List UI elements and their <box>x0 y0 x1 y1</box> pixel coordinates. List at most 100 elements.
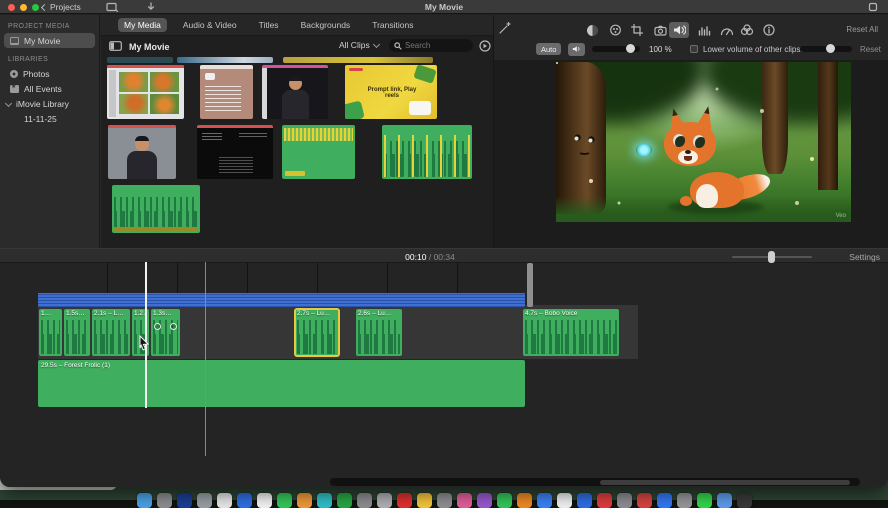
sidebar-item-imovie-library[interactable]: iMovie Library <box>0 96 99 111</box>
search-input[interactable] <box>405 41 465 50</box>
video-preview[interactable]: Veo <box>556 62 851 222</box>
timeline-zoom-knob[interactable] <box>768 251 775 263</box>
dock-icon[interactable] <box>697 493 712 508</box>
tab-transitions[interactable]: Transitions <box>366 18 419 32</box>
sidebar-item-my-movie[interactable]: My Movie <box>4 33 95 48</box>
reset-all-button[interactable]: Reset All <box>846 25 878 34</box>
volume-slider-knob[interactable] <box>626 44 635 53</box>
dock-icon[interactable] <box>477 493 492 508</box>
media-thumbnail-clipped[interactable] <box>177 57 273 63</box>
dock-icon[interactable] <box>317 493 332 508</box>
sidebar-item-photos[interactable]: Photos <box>0 66 99 81</box>
tab-titles[interactable]: Titles <box>253 18 285 32</box>
timeline-zoom-slider[interactable] <box>732 256 812 258</box>
dock-icon[interactable] <box>517 493 532 508</box>
share-icon[interactable] <box>868 2 878 12</box>
dock-icon[interactable] <box>417 493 432 508</box>
dock-icon[interactable] <box>297 493 312 508</box>
audio-clip[interactable]: 2.1s – L… <box>92 309 130 356</box>
dock-icon[interactable] <box>397 493 412 508</box>
clip-info-icon[interactable] <box>759 22 779 38</box>
horizontal-scrollbar[interactable] <box>330 478 860 486</box>
dock-icon[interactable] <box>277 493 292 508</box>
filters-icon[interactable] <box>737 22 757 38</box>
dock-icon[interactable] <box>577 493 592 508</box>
media-thumbnail-screen-recording[interactable] <box>107 65 184 119</box>
tab-backgrounds[interactable]: Backgrounds <box>295 18 357 32</box>
sidebar-item-all-events[interactable]: All Events <box>0 81 99 96</box>
tab-audio-video[interactable]: Audio & Video <box>177 18 243 32</box>
dock-icon[interactable] <box>537 493 552 508</box>
noise-reduction-icon[interactable] <box>694 22 714 38</box>
dock-icon[interactable] <box>557 493 572 508</box>
media-thumbnail-notes-document[interactable] <box>200 65 253 119</box>
volume-icon[interactable] <box>669 22 689 38</box>
dock-icon[interactable] <box>257 493 272 508</box>
dock-icon[interactable] <box>677 493 692 508</box>
dock-icon[interactable] <box>437 493 452 508</box>
search-field[interactable] <box>389 39 473 52</box>
media-thumbnail-talking-head[interactable] <box>108 125 176 179</box>
audio-clip[interactable]: 1.5s… <box>64 309 90 356</box>
audio-clip-selected[interactable]: 2.7s – Lu… <box>295 309 339 356</box>
dock-icon[interactable] <box>157 493 172 508</box>
dock-icon[interactable] <box>217 493 232 508</box>
all-clips-filter[interactable]: All Clips <box>339 40 379 50</box>
dock-icon[interactable] <box>597 493 612 508</box>
lower-volume-checkbox[interactable] <box>690 45 698 53</box>
disclosure-chevron-icon[interactable] <box>5 100 12 107</box>
dock-icon[interactable] <box>377 493 392 508</box>
reset-button[interactable]: Reset <box>860 45 881 54</box>
media-thumbnail-audio-clip[interactable] <box>112 185 200 233</box>
timeline-settings-button[interactable]: Settings <box>849 252 880 262</box>
dock-icon[interactable] <box>637 493 652 508</box>
media-thumbnail-audio-yellow[interactable] <box>282 125 355 179</box>
audio-clip[interactable]: 1… <box>39 309 62 356</box>
dock-icon[interactable] <box>457 493 472 508</box>
sidebar-toggle-icon[interactable] <box>109 41 122 51</box>
dock-icon[interactable] <box>617 493 632 508</box>
media-thumbnail-vlogger[interactable] <box>262 65 328 119</box>
audio-clip[interactable]: 1.3s… <box>151 309 180 356</box>
media-thumbnail-promo[interactable]: Prompt link, Play reels <box>345 65 437 119</box>
dock-icon[interactable] <box>357 493 372 508</box>
lower-volume-slider[interactable] <box>800 46 852 52</box>
audio-clip[interactable]: 2.6s – Lu… <box>356 309 402 356</box>
dock-icon[interactable] <box>337 493 352 508</box>
speed-icon[interactable] <box>716 22 736 38</box>
color-balance-icon[interactable] <box>582 22 602 38</box>
media-thumbnail-clipped[interactable] <box>283 57 433 63</box>
dock-icon[interactable] <box>717 493 732 508</box>
background-music-clip[interactable]: 29.5s – Forest Frolic (1) <box>38 360 525 407</box>
audio-clip[interactable]: 4.7s – Bobo Voice <box>523 309 619 356</box>
tab-my-media[interactable]: My Media <box>118 18 167 32</box>
scrollbar-thumb[interactable] <box>600 480 850 485</box>
media-thumbnail-audio-waveform[interactable] <box>382 125 472 179</box>
clip-end-handle[interactable] <box>527 263 533 307</box>
volume-point-badge[interactable] <box>154 323 161 330</box>
dock-icon[interactable] <box>497 493 512 508</box>
enhance-wand-icon[interactable] <box>498 21 512 35</box>
volume-slider[interactable] <box>592 46 640 52</box>
dock[interactable] <box>0 493 888 508</box>
timeline[interactable]: 1… 1.5s… 2.1s – L… 1.2… 1.3s… 2.7s – Lu…… <box>0 263 888 487</box>
dock-icon[interactable] <box>197 493 212 508</box>
browser-forward-icon[interactable] <box>479 40 491 52</box>
crop-icon[interactable] <box>627 22 647 38</box>
video-clip-filmstrip[interactable] <box>38 263 525 307</box>
stabilization-icon[interactable] <box>650 22 670 38</box>
auto-volume-button[interactable]: Auto <box>536 43 561 55</box>
mute-button[interactable] <box>568 43 585 56</box>
dock-icon[interactable] <box>237 493 252 508</box>
media-thumbnail-terminal[interactable] <box>197 125 273 179</box>
dock-icon[interactable] <box>737 493 752 508</box>
dock-icon[interactable] <box>657 493 672 508</box>
dock-icon[interactable] <box>137 493 152 508</box>
promo-accent <box>349 68 363 71</box>
media-thumbnail-clipped[interactable] <box>107 57 173 63</box>
lower-volume-knob[interactable] <box>826 44 835 53</box>
volume-point-badge[interactable] <box>170 323 177 330</box>
color-correction-icon[interactable] <box>605 22 625 38</box>
dock-icon[interactable] <box>177 493 192 508</box>
sidebar-item-event-date[interactable]: 11-11-25 <box>0 111 99 126</box>
